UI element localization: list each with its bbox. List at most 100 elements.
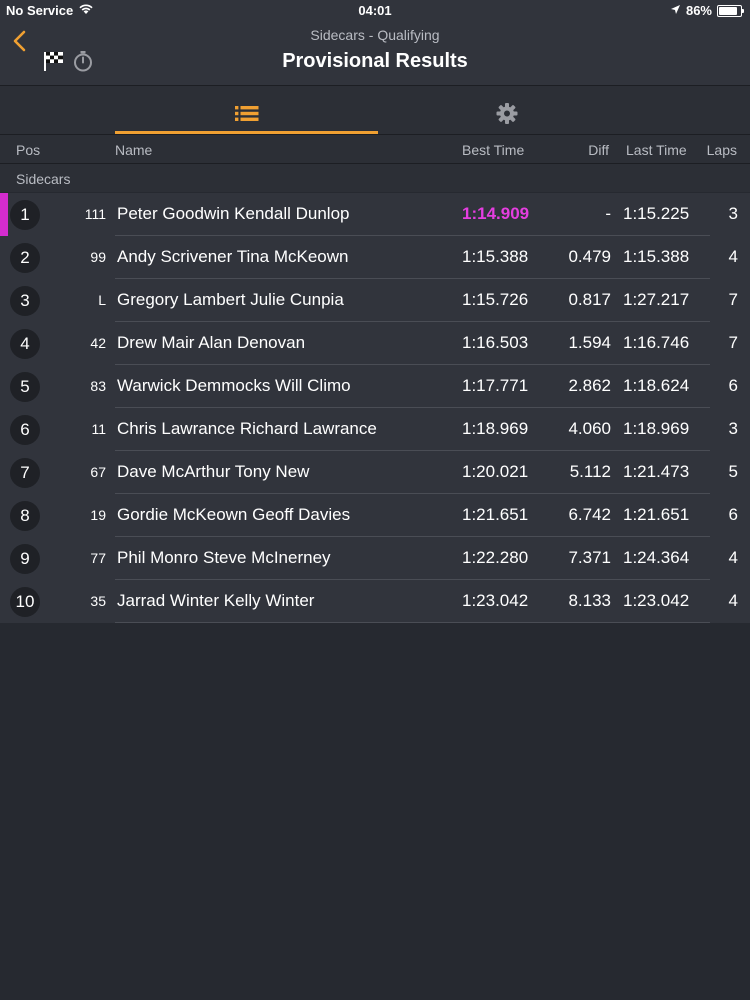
gear-icon: [496, 103, 518, 130]
diff: 5.112: [569, 462, 611, 481]
best-time: 1:16.503: [462, 333, 529, 352]
column-header-last-time: Last Time: [626, 142, 687, 158]
competitor-name: Andy Scrivener Tina McKeown: [117, 247, 349, 266]
column-headers: Pos Name Best Time Diff Last Time Laps: [0, 135, 750, 164]
competitor-name: Jarrad Winter Kelly Winter: [117, 591, 315, 610]
position-badge: 1: [10, 200, 40, 230]
table-row[interactable]: 5 83 Warwick Demmocks Will Climo 1:17.77…: [0, 365, 750, 408]
laps: 4: [728, 548, 738, 567]
competitor-number: 11: [91, 421, 106, 437]
position-badge: 3: [10, 286, 40, 316]
last-time: 1:18.624: [623, 376, 690, 395]
tab-settings[interactable]: [375, 86, 638, 134]
competitor-number: 67: [90, 464, 106, 480]
position-badge: 4: [10, 329, 40, 359]
tab-results-list[interactable]: [115, 86, 378, 134]
list-icon: [234, 106, 259, 127]
competitor-name: Warwick Demmocks Will Climo: [117, 376, 351, 395]
best-time: 1:23.042: [462, 591, 529, 610]
best-time: 1:15.726: [462, 290, 529, 309]
column-header-best-time: Best Time: [462, 142, 525, 158]
position-badge: 8: [10, 501, 40, 531]
table-row[interactable]: 3 L Gregory Lambert Julie Cunpia 1:15.72…: [0, 279, 750, 322]
last-time: 1:21.651: [623, 505, 690, 524]
competitor-number: 99: [90, 249, 106, 265]
competitor-number: 77: [90, 550, 106, 566]
table-row[interactable]: 2 99 Andy Scrivener Tina McKeown 1:15.38…: [0, 236, 750, 279]
best-time: 1:14.909: [462, 204, 530, 223]
best-time: 1:15.388: [462, 247, 529, 266]
diff: 8.133: [568, 591, 611, 610]
best-time: 1:21.651: [462, 505, 529, 524]
competitor-name: Peter Goodwin Kendall Dunlop: [117, 204, 350, 223]
diff: -: [605, 204, 611, 223]
diff: 4.060: [568, 419, 611, 438]
table-row[interactable]: 6 11 Chris Lawrance Richard Lawrance 1:1…: [0, 408, 750, 451]
laps: 7: [728, 333, 738, 352]
battery-percent: 86%: [685, 3, 712, 18]
table-row[interactable]: 10 35 Jarrad Winter Kelly Winter 1:23.04…: [0, 580, 750, 623]
table-row[interactable]: 9 77 Phil Monro Steve McInerney 1:22.280…: [0, 537, 750, 580]
section-label: Sidecars: [16, 171, 71, 187]
competitor-name: Drew Mair Alan Denovan: [117, 333, 306, 352]
competitor-number: 19: [90, 507, 106, 523]
active-tab-indicator: [115, 131, 378, 134]
best-time: 1:17.771: [462, 376, 529, 395]
laps: 3: [728, 419, 738, 438]
tab-bar: [0, 86, 750, 135]
column-header-diff: Diff: [588, 142, 609, 158]
last-time: 1:15.388: [623, 247, 690, 266]
laps: 6: [728, 376, 738, 395]
best-time: 1:22.280: [462, 548, 529, 567]
best-time: 1:20.021: [462, 462, 529, 481]
laps: 3: [728, 204, 738, 223]
diff: 0.817: [568, 290, 611, 309]
competitor-number: L: [98, 292, 106, 308]
column-header-laps: Laps: [706, 142, 737, 158]
table-row[interactable]: 8 19 Gordie McKeown Geoff Davies 1:21.65…: [0, 494, 750, 537]
results-table: 1 111 Peter Goodwin Kendall Dunlop 1:14.…: [0, 193, 750, 623]
competitor-number: 83: [90, 378, 106, 394]
position-badge: 7: [10, 458, 40, 488]
status-time: 04:01: [358, 3, 392, 18]
status-right: 86%: [670, 3, 744, 18]
laps: 4: [728, 247, 738, 266]
competitor-number: 111: [84, 206, 106, 222]
table-row[interactable]: 4 42 Drew Mair Alan Denovan 1:16.503 1.5…: [0, 322, 750, 365]
status-bar: No Service 04:01 86%: [0, 0, 750, 20]
position-badge: 6: [10, 415, 40, 445]
column-header-name: Name: [115, 142, 153, 158]
battery-level: [719, 6, 737, 15]
row-divider: [115, 622, 710, 623]
laps: 4: [728, 591, 738, 610]
navigation-bar: Sidecars - Qualifying Provisional Result…: [0, 20, 750, 86]
competitor-name: Gregory Lambert Julie Cunpia: [117, 290, 344, 309]
position-badge: 10: [10, 587, 40, 617]
competitor-name: Chris Lawrance Richard Lawrance: [117, 419, 377, 438]
best-time: 1:18.969: [462, 419, 529, 438]
laps: 6: [728, 505, 738, 524]
last-time: 1:21.473: [623, 462, 690, 481]
battery-icon: [717, 4, 744, 17]
section-header: Sidecars: [0, 164, 750, 192]
last-time: 1:15.225: [623, 204, 690, 223]
diff: 0.479: [568, 247, 611, 266]
competitor-number: 42: [90, 335, 106, 351]
laps: 7: [728, 290, 738, 309]
diff: 6.742: [568, 505, 611, 524]
table-row[interactable]: 1 111 Peter Goodwin Kendall Dunlop 1:14.…: [0, 193, 750, 236]
fastest-lap-marker: [0, 193, 8, 236]
page-title: Provisional Results: [282, 50, 468, 72]
last-time: 1:16.746: [623, 333, 690, 352]
laps: 5: [728, 462, 738, 481]
position-badge: 9: [10, 544, 40, 574]
position-badge: 2: [10, 243, 40, 273]
location-icon: [670, 3, 681, 18]
diff: 2.862: [568, 376, 611, 395]
table-row[interactable]: 7 67 Dave McArthur Tony New 1:20.021 5.1…: [0, 451, 750, 494]
diff: 7.371: [568, 548, 611, 567]
last-time: 1:24.364: [623, 548, 690, 567]
competitor-name: Dave McArthur Tony New: [117, 462, 310, 481]
competitor-name: Gordie McKeown Geoff Davies: [117, 505, 351, 524]
nav-subtitle: Sidecars - Qualifying: [310, 27, 440, 43]
